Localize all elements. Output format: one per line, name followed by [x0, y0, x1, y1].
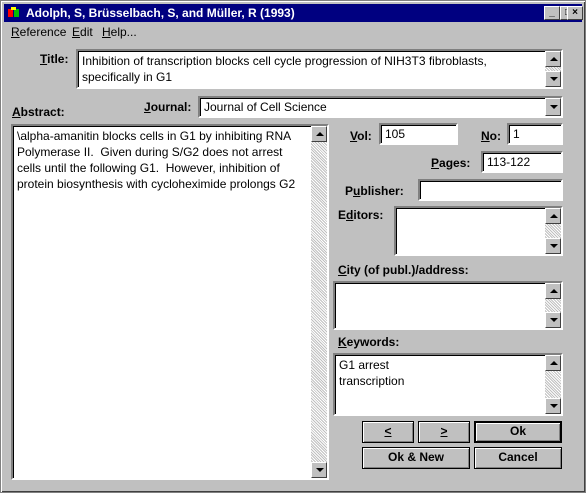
keywords-field[interactable]: G1 arrest transcription [333, 353, 563, 416]
menu-edit[interactable]: Edit [72, 25, 93, 39]
chevron-down-icon [550, 105, 558, 109]
abstract-scrollbar[interactable] [311, 126, 327, 478]
next-label: > [440, 424, 448, 438]
publisher-label: Publisher: [345, 184, 404, 198]
cancel-label: Cancel [498, 450, 538, 464]
minimize-button[interactable]: _ [544, 6, 560, 20]
menu-bar: Reference Edit Help... [4, 23, 582, 41]
ok-and-new-button[interactable]: Ok & New [362, 447, 470, 469]
ok-and-new-label: Ok & New [387, 450, 444, 464]
no-label: No: [481, 129, 501, 143]
vol-text: 105 [385, 127, 406, 141]
menu-reference[interactable]: Reference [11, 25, 66, 39]
keywords-text: G1 arrest transcription [339, 358, 405, 388]
scroll-up-button[interactable] [545, 355, 561, 371]
title-bar[interactable]: Adolph, S, Brüsselbach, S, and Müller, R… [4, 4, 582, 22]
editors-field[interactable] [394, 206, 563, 256]
arrow-down-icon [316, 468, 324, 472]
arrow-up-icon [550, 289, 558, 293]
cancel-button[interactable]: Cancel [474, 447, 562, 469]
title-label: Title: [40, 52, 69, 66]
app-icon [8, 7, 19, 17]
arrow-up-icon [316, 132, 324, 136]
vol-label: Vol: [350, 129, 372, 143]
scroll-down-button[interactable] [545, 238, 561, 254]
menu-help-label: elp... [110, 25, 137, 39]
title-scrollbar[interactable] [545, 51, 561, 87]
previous-button[interactable]: < [362, 421, 414, 443]
journal-dropdown-button[interactable] [545, 98, 561, 116]
scroll-up-button[interactable] [545, 283, 561, 299]
vol-field[interactable]: 105 [379, 123, 458, 145]
title-text: Inhibition of transcription blocks cell … [82, 54, 491, 84]
close-button[interactable]: × [567, 6, 583, 20]
scroll-down-button[interactable] [545, 312, 561, 328]
arrow-down-icon [550, 404, 558, 408]
scroll-up-button[interactable] [311, 126, 327, 142]
menu-edit-label: dit [80, 25, 93, 39]
menu-help[interactable]: Help... [102, 25, 137, 39]
arrow-up-icon [550, 214, 558, 218]
journal-text: Journal of Cell Science [204, 100, 327, 114]
abstract-text: \alpha-amanitin blocks cells in G1 by in… [17, 129, 296, 191]
abstract-label: Abstract: [12, 105, 65, 119]
arrow-down-icon [550, 77, 558, 81]
scroll-down-button[interactable] [545, 71, 561, 87]
pages-label: Pages: [431, 156, 471, 170]
next-button[interactable]: > [418, 421, 470, 443]
journal-label: Journal: [144, 100, 192, 114]
reference-dialog: Adolph, S, Brüsselbach, S, and Müller, R… [0, 0, 586, 493]
ok-button[interactable]: Ok [474, 421, 562, 443]
menu-reference-label: eference [19, 25, 67, 39]
window-title: Adolph, S, Brüsselbach, S, and Müller, R… [26, 6, 295, 20]
arrow-up-icon [550, 361, 558, 365]
keywords-label: Keywords: [338, 335, 400, 349]
close-icon: × [572, 7, 578, 18]
scroll-down-button[interactable] [545, 398, 561, 414]
previous-label: < [384, 424, 392, 438]
minimize-icon: _ [549, 7, 555, 18]
publisher-field[interactable] [418, 179, 563, 201]
abstract-field[interactable]: \alpha-amanitin blocks cells in G1 by in… [11, 124, 329, 480]
city-field[interactable] [333, 281, 563, 330]
editors-label: Editors: [338, 208, 384, 222]
city-label: City (of publ.)/address: [338, 263, 469, 277]
title-field[interactable]: Inhibition of transcription blocks cell … [76, 49, 563, 89]
editors-scrollbar[interactable] [545, 208, 561, 254]
pages-text: 113-122 [487, 155, 531, 169]
city-scrollbar[interactable] [545, 283, 561, 328]
arrow-down-icon [550, 244, 558, 248]
scroll-up-button[interactable] [545, 51, 561, 67]
no-text: 1 [513, 127, 520, 141]
keywords-scrollbar[interactable] [545, 355, 561, 414]
no-field[interactable]: 1 [507, 123, 563, 145]
scroll-down-button[interactable] [311, 462, 327, 478]
arrow-up-icon [550, 57, 558, 61]
scroll-up-button[interactable] [545, 208, 561, 224]
journal-select[interactable]: Journal of Cell Science [198, 96, 563, 118]
ok-label: Ok [509, 424, 526, 438]
pages-field[interactable]: 113-122 [481, 151, 563, 173]
arrow-down-icon [550, 318, 558, 322]
